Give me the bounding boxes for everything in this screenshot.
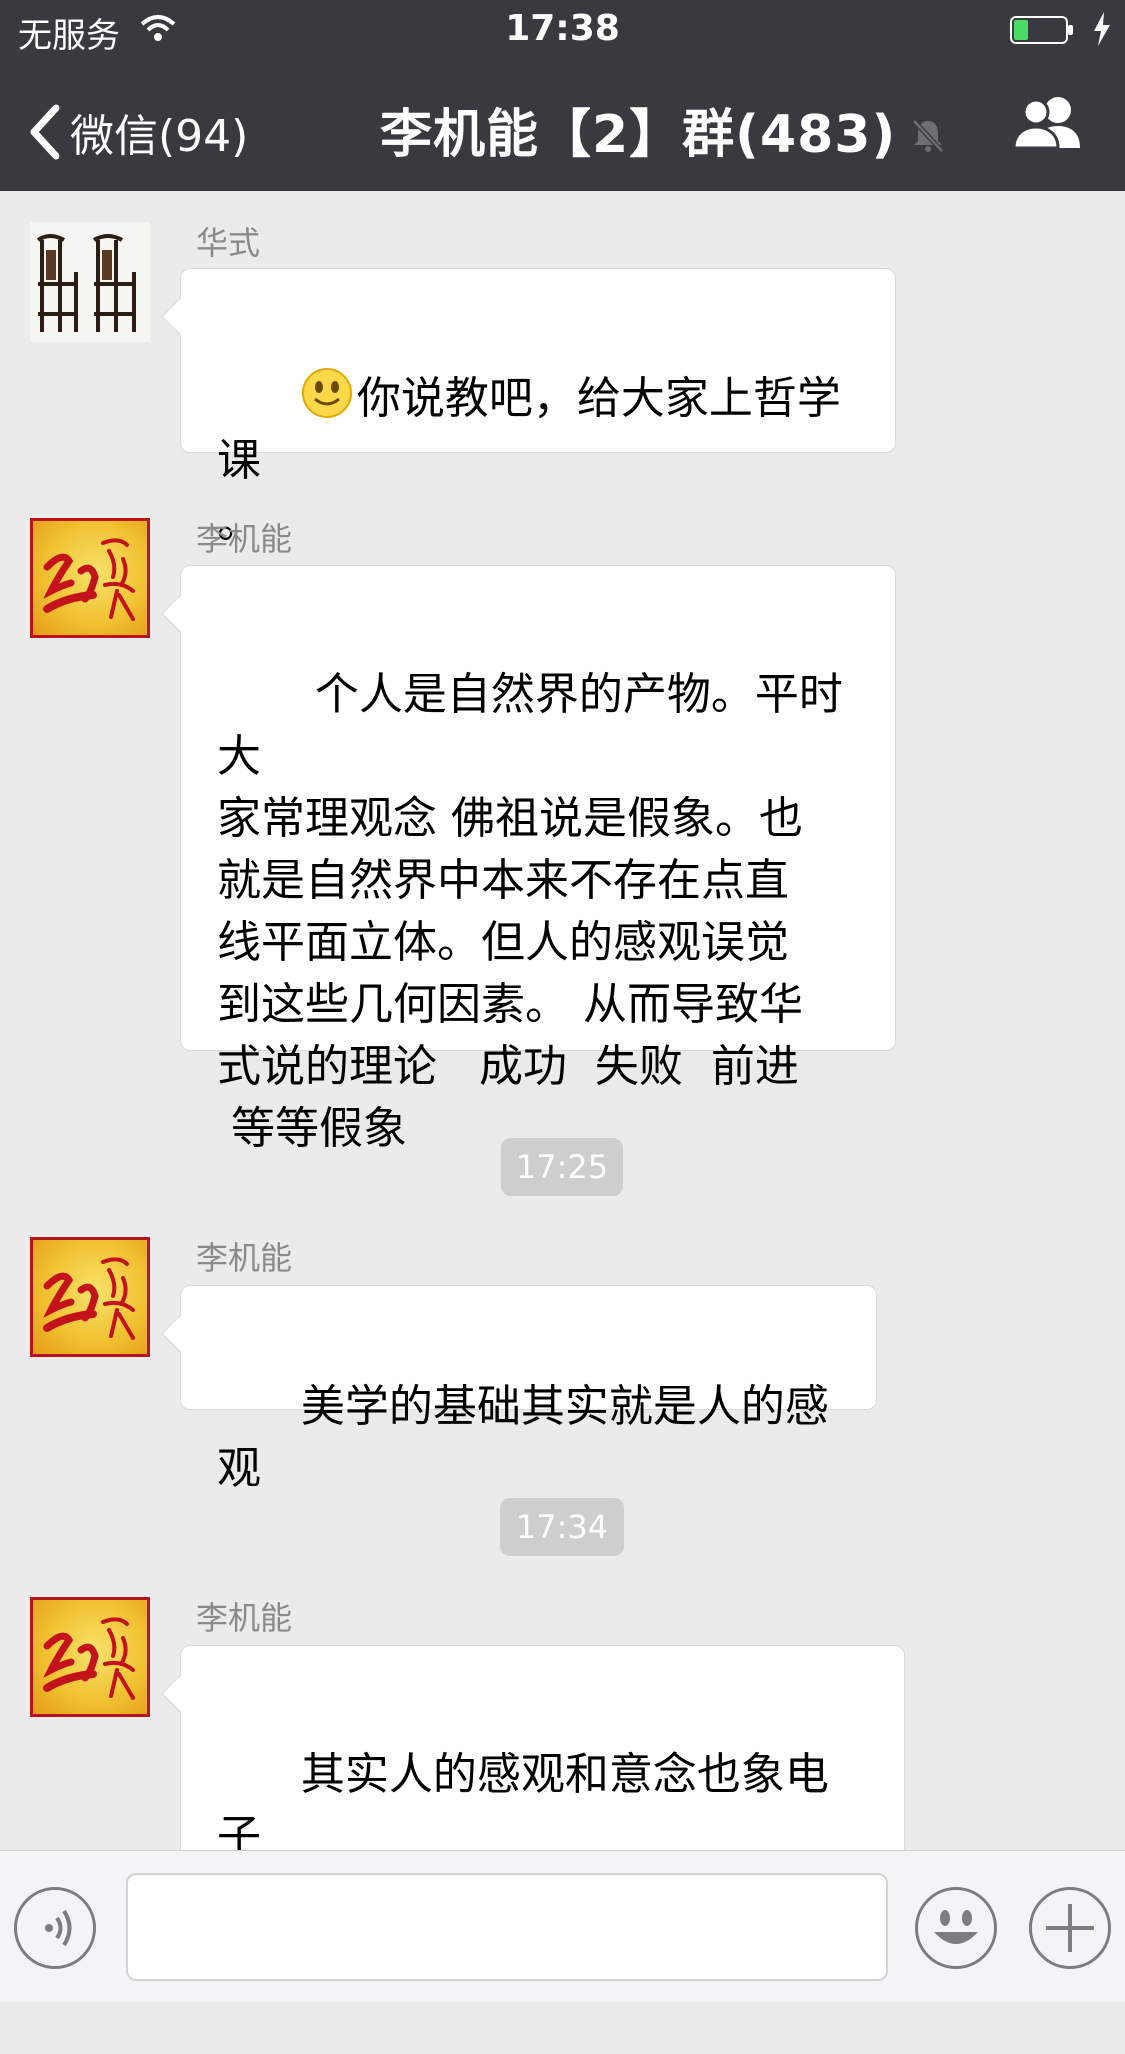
sender-name: 李机能 <box>196 520 293 558</box>
timestamp-divider: 17:25 <box>501 1138 623 1196</box>
emoji-button[interactable] <box>915 1887 997 1969</box>
message-input[interactable] <box>126 1873 888 1981</box>
emoji-icon <box>934 1910 978 1944</box>
message-text: 你说教吧，给大家上哲学课 。 <box>217 368 841 548</box>
back-label: 微信(94) <box>70 111 249 162</box>
red-calligraphy-avatar-image <box>43 1617 135 1700</box>
group-title: 李机能【2】群(483) <box>380 105 897 165</box>
avatar[interactable] <box>30 222 150 342</box>
mute-bell-icon <box>912 118 945 153</box>
avatar[interactable] <box>30 1237 150 1357</box>
message-bubble[interactable]: 个人是自然界的产物。平时大 家常理观念 佛祖说是假象。也 就是自然界中本来不存在… <box>180 565 896 1154</box>
nav-bar: 微信(94) 李机能【2】群(483) <box>0 60 1125 191</box>
charging-icon <box>1094 12 1110 46</box>
message-text: 个人是自然界的产物。平时大 家常理观念 佛祖说是假象。也 就是自然界中本来不存在… <box>217 669 843 1154</box>
red-calligraphy-avatar-image <box>43 538 135 621</box>
voice-icon <box>45 1909 72 1947</box>
avatar[interactable] <box>30 518 150 638</box>
message-text: 美学的基础其实就是人的感观 <box>217 1381 829 1494</box>
status-time: 17:38 <box>505 8 620 49</box>
sender-name: 华式 <box>196 224 261 262</box>
group-members-icon <box>1012 97 1080 150</box>
status-bar: 无服务 17:38 <box>0 0 1125 60</box>
chairs-avatar-image <box>30 222 150 342</box>
top-bar: 无服务 17:38 微信(94) 李机能【2】群(483) <box>0 0 1125 191</box>
sender-name: 李机能 <box>196 1239 293 1277</box>
timestamp-divider: 17:34 <box>500 1498 624 1556</box>
red-calligraphy-avatar-image <box>43 1257 135 1340</box>
back-button[interactable]: 微信(94) <box>28 100 248 164</box>
plus-icon <box>1046 1904 1094 1952</box>
battery-icon <box>1010 16 1073 44</box>
message-bubble[interactable]: 你说教吧，给大家上哲学课 。 <box>180 268 896 548</box>
avatar[interactable] <box>30 1597 150 1717</box>
chat-title: 李机能【2】群(483) <box>380 92 946 167</box>
group-members-button[interactable] <box>1012 94 1086 154</box>
more-options-button[interactable] <box>1029 1887 1111 1969</box>
smiley-emoji-icon <box>301 368 352 418</box>
sender-name: 李机能 <box>196 1599 293 1637</box>
message-bubble[interactable]: 美学的基础其实就是人的感观 <box>180 1285 877 1494</box>
input-bar <box>0 1850 1125 2002</box>
chevron-left-icon <box>30 104 60 160</box>
voice-button[interactable] <box>14 1887 96 1969</box>
